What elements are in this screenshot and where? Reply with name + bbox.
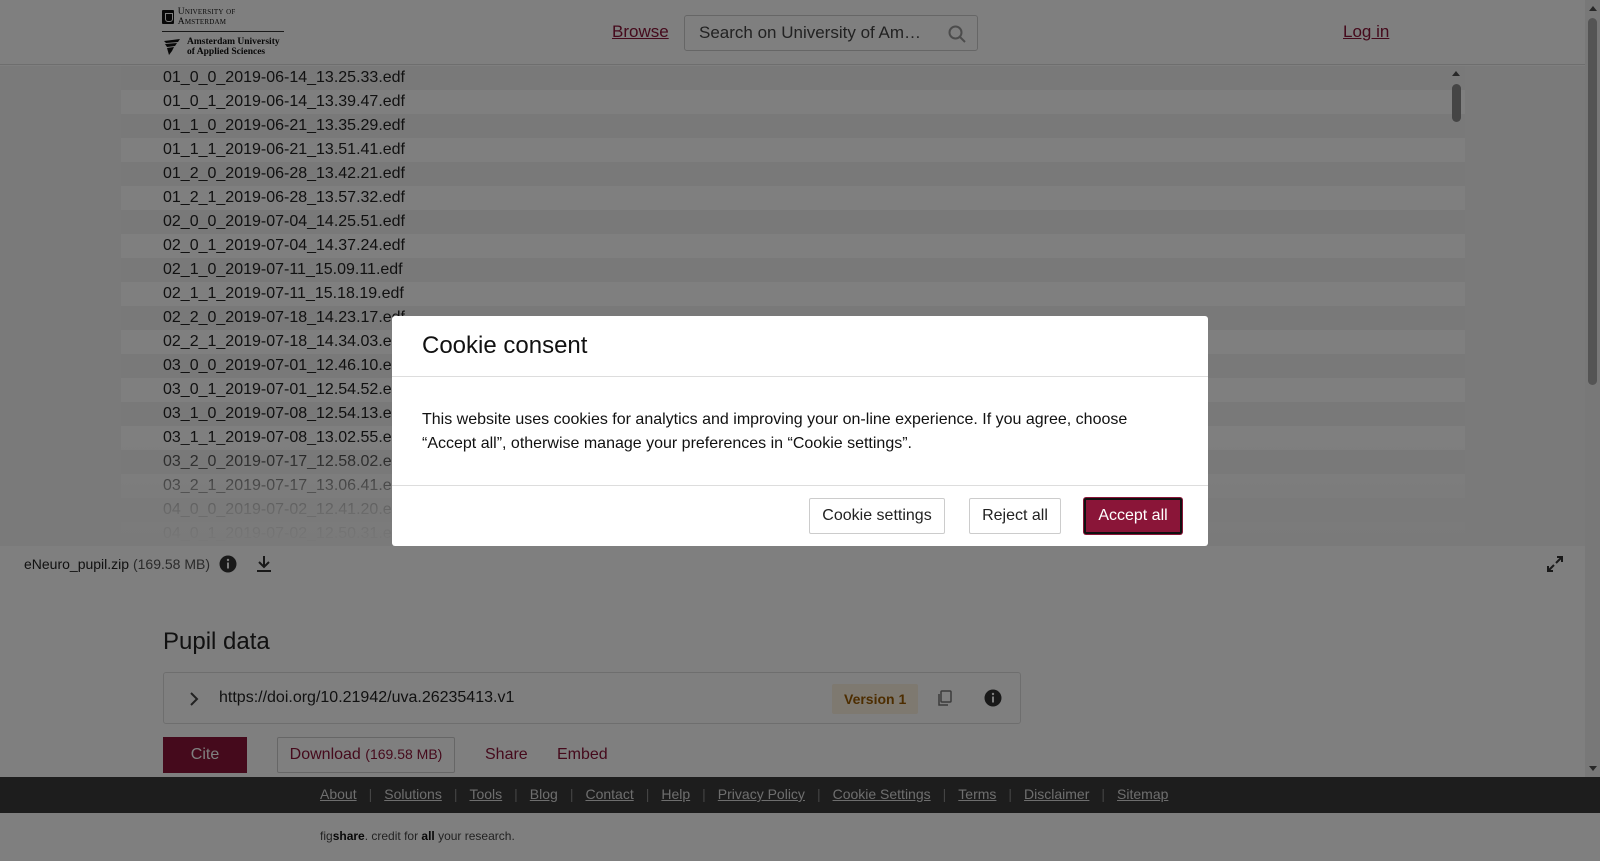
cookie-settings-button[interactable]: Cookie settings bbox=[809, 498, 945, 534]
reject-all-button[interactable]: Reject all bbox=[969, 498, 1061, 534]
accept-all-button[interactable]: Accept all bbox=[1084, 498, 1182, 534]
cookie-dialog-title: Cookie consent bbox=[422, 332, 588, 359]
cookie-consent-dialog: Cookie consent This website uses cookies… bbox=[392, 316, 1208, 546]
dialog-divider bbox=[392, 376, 1208, 377]
cookie-dialog-body: This website uses cookies for analytics … bbox=[422, 411, 1128, 452]
dialog-divider bbox=[392, 485, 1208, 486]
